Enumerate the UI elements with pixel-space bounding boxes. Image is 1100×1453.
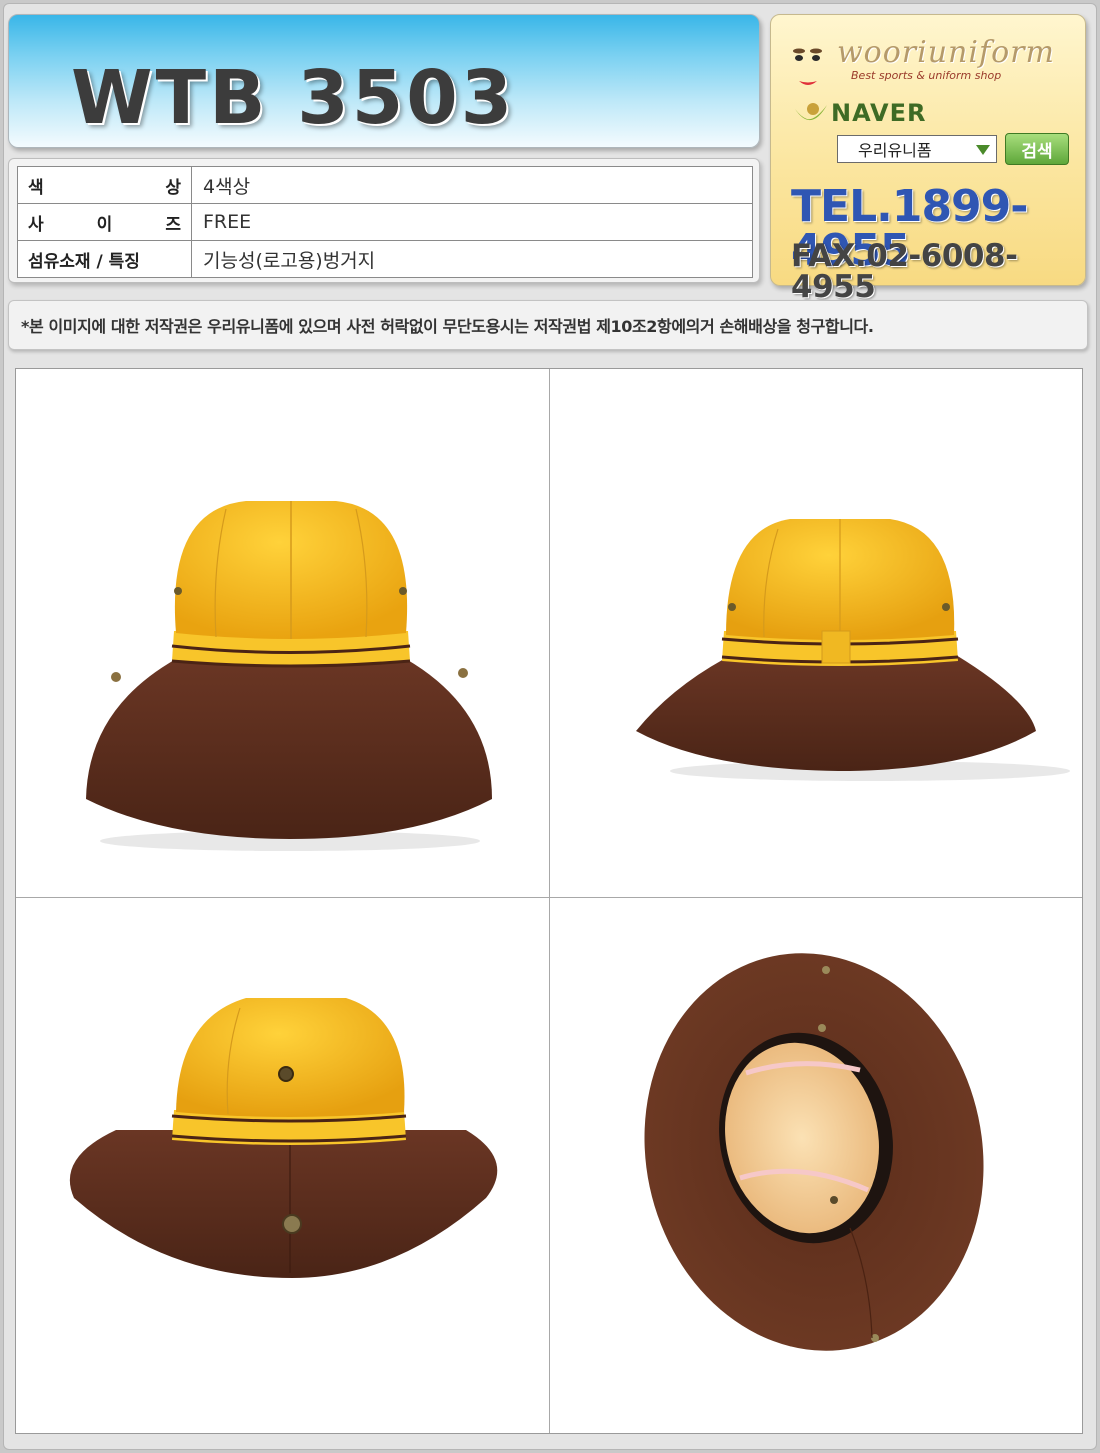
copyright-notice: *본 이미지에 대한 저작권은 우리유니폼에 있으며 사전 허락없이 무단도용시… [8, 300, 1088, 350]
product-code: WTB 3503 [71, 55, 516, 141]
fax-number: FAX.02-6008-4955 [791, 238, 1018, 305]
hat-front-image [16, 369, 549, 897]
search-keyword-select[interactable]: 우리유니폼 [837, 135, 997, 163]
shop-brand: wooriuniform [837, 35, 1055, 70]
shop-ad-panel: wooriuniform Best sports & uniform shop … [770, 14, 1086, 303]
spec-value-color: 4색상 [191, 166, 753, 204]
search-button[interactable]: 검색 [1005, 133, 1069, 165]
title-banner: WTB 3503 [8, 14, 760, 148]
product-image-grid [15, 368, 1083, 1434]
spec-row-material: 섬유소재 / 특징 기능성(로고용)벙거지 [17, 240, 753, 278]
hat-inside-image [550, 898, 1083, 1426]
spec-label-material: 섬유소재 / 특징 [17, 240, 192, 278]
dropdown-arrow-icon [976, 145, 990, 155]
hat-side-image [550, 369, 1083, 897]
mascot-face-icon [793, 48, 822, 85]
spec-row-color: 색 상 4색상 [17, 166, 753, 204]
shop-tagline: Best sports & uniform shop [851, 69, 1002, 82]
spec-value-material: 기능성(로고용)벙거지 [191, 240, 753, 278]
search-engine-name: NAVER [831, 99, 927, 127]
spec-label-color: 색 상 [28, 177, 181, 198]
spec-row-size: 사 이 즈 FREE [17, 203, 753, 241]
naver-swoosh-icon [795, 103, 827, 121]
spec-table: 색 상 4색상 사 이 즈 FREE 섬유소재 / 특징 기능성(로고용)벙거지 [17, 166, 753, 278]
hat-back-image [16, 898, 549, 1426]
spec-label-size: 사 이 즈 [28, 214, 181, 235]
spec-value-size: FREE [191, 203, 753, 241]
spec-panel: 색 상 4색상 사 이 즈 FREE 섬유소재 / 특징 기능성(로고용)벙거지 [8, 158, 760, 283]
